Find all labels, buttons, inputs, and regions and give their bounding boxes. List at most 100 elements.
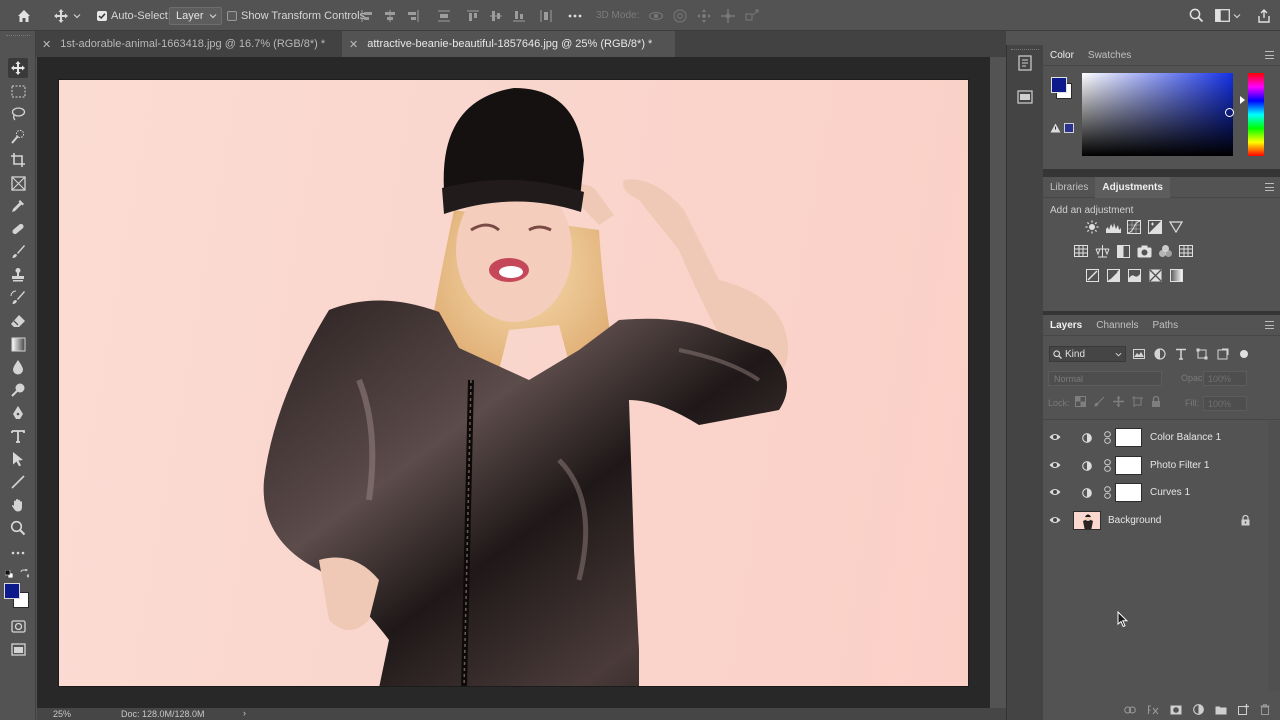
hand-tool[interactable] <box>8 495 28 515</box>
link-layers-icon[interactable] <box>1124 706 1136 714</box>
edit-toolbar-button[interactable] <box>8 543 28 563</box>
tool-preset-picker[interactable] <box>53 0 81 31</box>
eyedropper-tool[interactable] <box>8 196 28 216</box>
lock-all-icon[interactable] <box>1151 396 1161 407</box>
vibrance-button[interactable] <box>1168 219 1184 235</box>
chain-link-icon[interactable] <box>1104 431 1111 444</box>
chain-link-icon[interactable] <box>1104 459 1111 472</box>
auto-select-checkbox[interactable]: Auto-Select: <box>97 0 171 31</box>
filter-toggle-icon[interactable] <box>1238 348 1250 360</box>
layer-mask-thumbnail[interactable] <box>1115 456 1142 475</box>
eye-icon[interactable] <box>1049 432 1061 442</box>
chain-link-icon[interactable] <box>1104 486 1111 499</box>
add-mask-icon[interactable] <box>1170 705 1182 715</box>
brightness-contrast-button[interactable] <box>1084 219 1100 235</box>
selective-color-button[interactable] <box>1147 267 1163 283</box>
gamut-warning-icon[interactable] <box>1050 123 1061 133</box>
workspace-switcher[interactable] <box>1215 0 1241 31</box>
layer-name[interactable]: Photo Filter 1 <box>1150 460 1209 471</box>
layer-row-color-balance[interactable]: Color Balance 1 <box>1043 424 1268 451</box>
new-adjustment-layer-icon[interactable] <box>1193 704 1204 715</box>
hue-slider-handle[interactable] <box>1240 96 1245 104</box>
pen-tool[interactable] <box>8 403 28 423</box>
hue-saturation-button[interactable] <box>1073 243 1089 259</box>
filter-adjustment-icon[interactable] <box>1154 348 1166 360</box>
panel-menu-icon[interactable] <box>1265 51 1274 59</box>
color-field[interactable] <box>1082 73 1233 156</box>
history-brush-tool[interactable] <box>8 288 28 308</box>
lock-image-pixels-icon[interactable] <box>1094 396 1105 407</box>
zoom-tool[interactable] <box>8 518 28 538</box>
layer-style-fx-icon[interactable] <box>1147 705 1159 715</box>
curves-button[interactable] <box>1126 219 1142 235</box>
more-options-button[interactable] <box>568 0 582 31</box>
tab-swatches[interactable]: Swatches <box>1081 45 1138 66</box>
share-button[interactable] <box>1257 0 1271 31</box>
frame-tool[interactable] <box>8 173 28 193</box>
black-white-button[interactable] <box>1115 243 1131 259</box>
eye-icon[interactable] <box>1049 460 1061 470</box>
layer-row-background[interactable]: Background <box>1043 507 1268 534</box>
layer-filter-dropdown[interactable]: Kind <box>1049 346 1126 362</box>
lasso-tool[interactable] <box>8 104 28 124</box>
3d-scale-icon[interactable] <box>744 8 760 24</box>
exposure-button[interactable] <box>1147 219 1163 235</box>
line-tool[interactable] <box>8 472 28 492</box>
brush-tool[interactable] <box>8 242 28 262</box>
tab-paths[interactable]: Paths <box>1146 315 1186 336</box>
layers-scrollbar[interactable] <box>1268 421 1280 691</box>
path-selection-tool[interactable] <box>8 449 28 469</box>
quick-mask-button[interactable] <box>8 616 28 636</box>
3d-slide-icon[interactable] <box>720 8 736 24</box>
tab-channels[interactable]: Channels <box>1089 315 1145 336</box>
close-tab-icon[interactable]: ✕ <box>349 38 358 51</box>
color-balance-button[interactable] <box>1094 243 1110 259</box>
new-layer-icon[interactable] <box>1238 704 1249 715</box>
layer-name[interactable]: Curves 1 <box>1150 487 1190 498</box>
align-horizontal-centers-icon[interactable] <box>383 9 397 23</box>
dock-grip[interactable] <box>1011 49 1039 51</box>
type-tool[interactable] <box>8 426 28 446</box>
default-colors-button[interactable] <box>5 570 13 578</box>
3d-pan-icon[interactable] <box>696 8 712 24</box>
tab-layers[interactable]: Layers <box>1043 315 1089 336</box>
marquee-tool[interactable] <box>8 81 28 101</box>
layer-mask-thumbnail[interactable] <box>1115 483 1142 502</box>
eye-icon[interactable] <box>1049 515 1061 525</box>
3d-roll-icon[interactable] <box>672 8 688 24</box>
clone-stamp-tool[interactable] <box>8 265 28 285</box>
channel-mixer-button[interactable] <box>1157 243 1173 259</box>
lock-transparent-pixels-icon[interactable] <box>1075 396 1086 407</box>
quick-selection-tool[interactable] <box>8 127 28 147</box>
home-button[interactable] <box>16 0 32 31</box>
photo-filter-button[interactable] <box>1136 243 1152 259</box>
swap-colors-button[interactable] <box>20 569 29 578</box>
status-menu-chevron-icon[interactable]: › <box>243 708 246 718</box>
align-left-edges-icon[interactable] <box>360 9 374 23</box>
history-panel-button[interactable] <box>1017 55 1033 71</box>
panel-menu-icon[interactable] <box>1265 321 1274 329</box>
new-group-icon[interactable] <box>1215 705 1227 715</box>
layer-name[interactable]: Color Balance 1 <box>1150 432 1221 443</box>
distribute-horizontal-icon[interactable] <box>539 9 553 23</box>
document-canvas[interactable] <box>58 79 969 687</box>
delete-layer-icon[interactable] <box>1260 704 1270 715</box>
fill-input[interactable]: 100% <box>1203 396 1247 411</box>
foreground-color-swatch[interactable] <box>4 583 20 599</box>
document-tab-animal[interactable]: ✕ 1st-adorable-animal-1663418.jpg @ 16.7… <box>36 31 342 57</box>
dodge-tool[interactable] <box>8 380 28 400</box>
vertical-scrollbar[interactable] <box>990 57 1006 708</box>
3d-orbit-icon[interactable] <box>648 8 664 24</box>
eye-icon[interactable] <box>1049 487 1061 497</box>
web-safe-color-swatch[interactable] <box>1064 123 1074 133</box>
search-button[interactable] <box>1189 0 1204 31</box>
hue-slider[interactable] <box>1248 73 1264 156</box>
lock-position-icon[interactable] <box>1113 396 1124 407</box>
tab-adjustments[interactable]: Adjustments <box>1095 176 1170 198</box>
close-tab-icon[interactable]: ✕ <box>42 38 51 51</box>
blend-mode-dropdown[interactable]: Normal <box>1048 371 1162 386</box>
color-picker-handle[interactable] <box>1225 108 1234 117</box>
toolbar-grip[interactable] <box>6 35 30 37</box>
document-tab-beanie[interactable]: ✕ attractive-beanie-beautiful-1857646.jp… <box>342 31 675 57</box>
screen-mode-button[interactable] <box>8 639 28 659</box>
